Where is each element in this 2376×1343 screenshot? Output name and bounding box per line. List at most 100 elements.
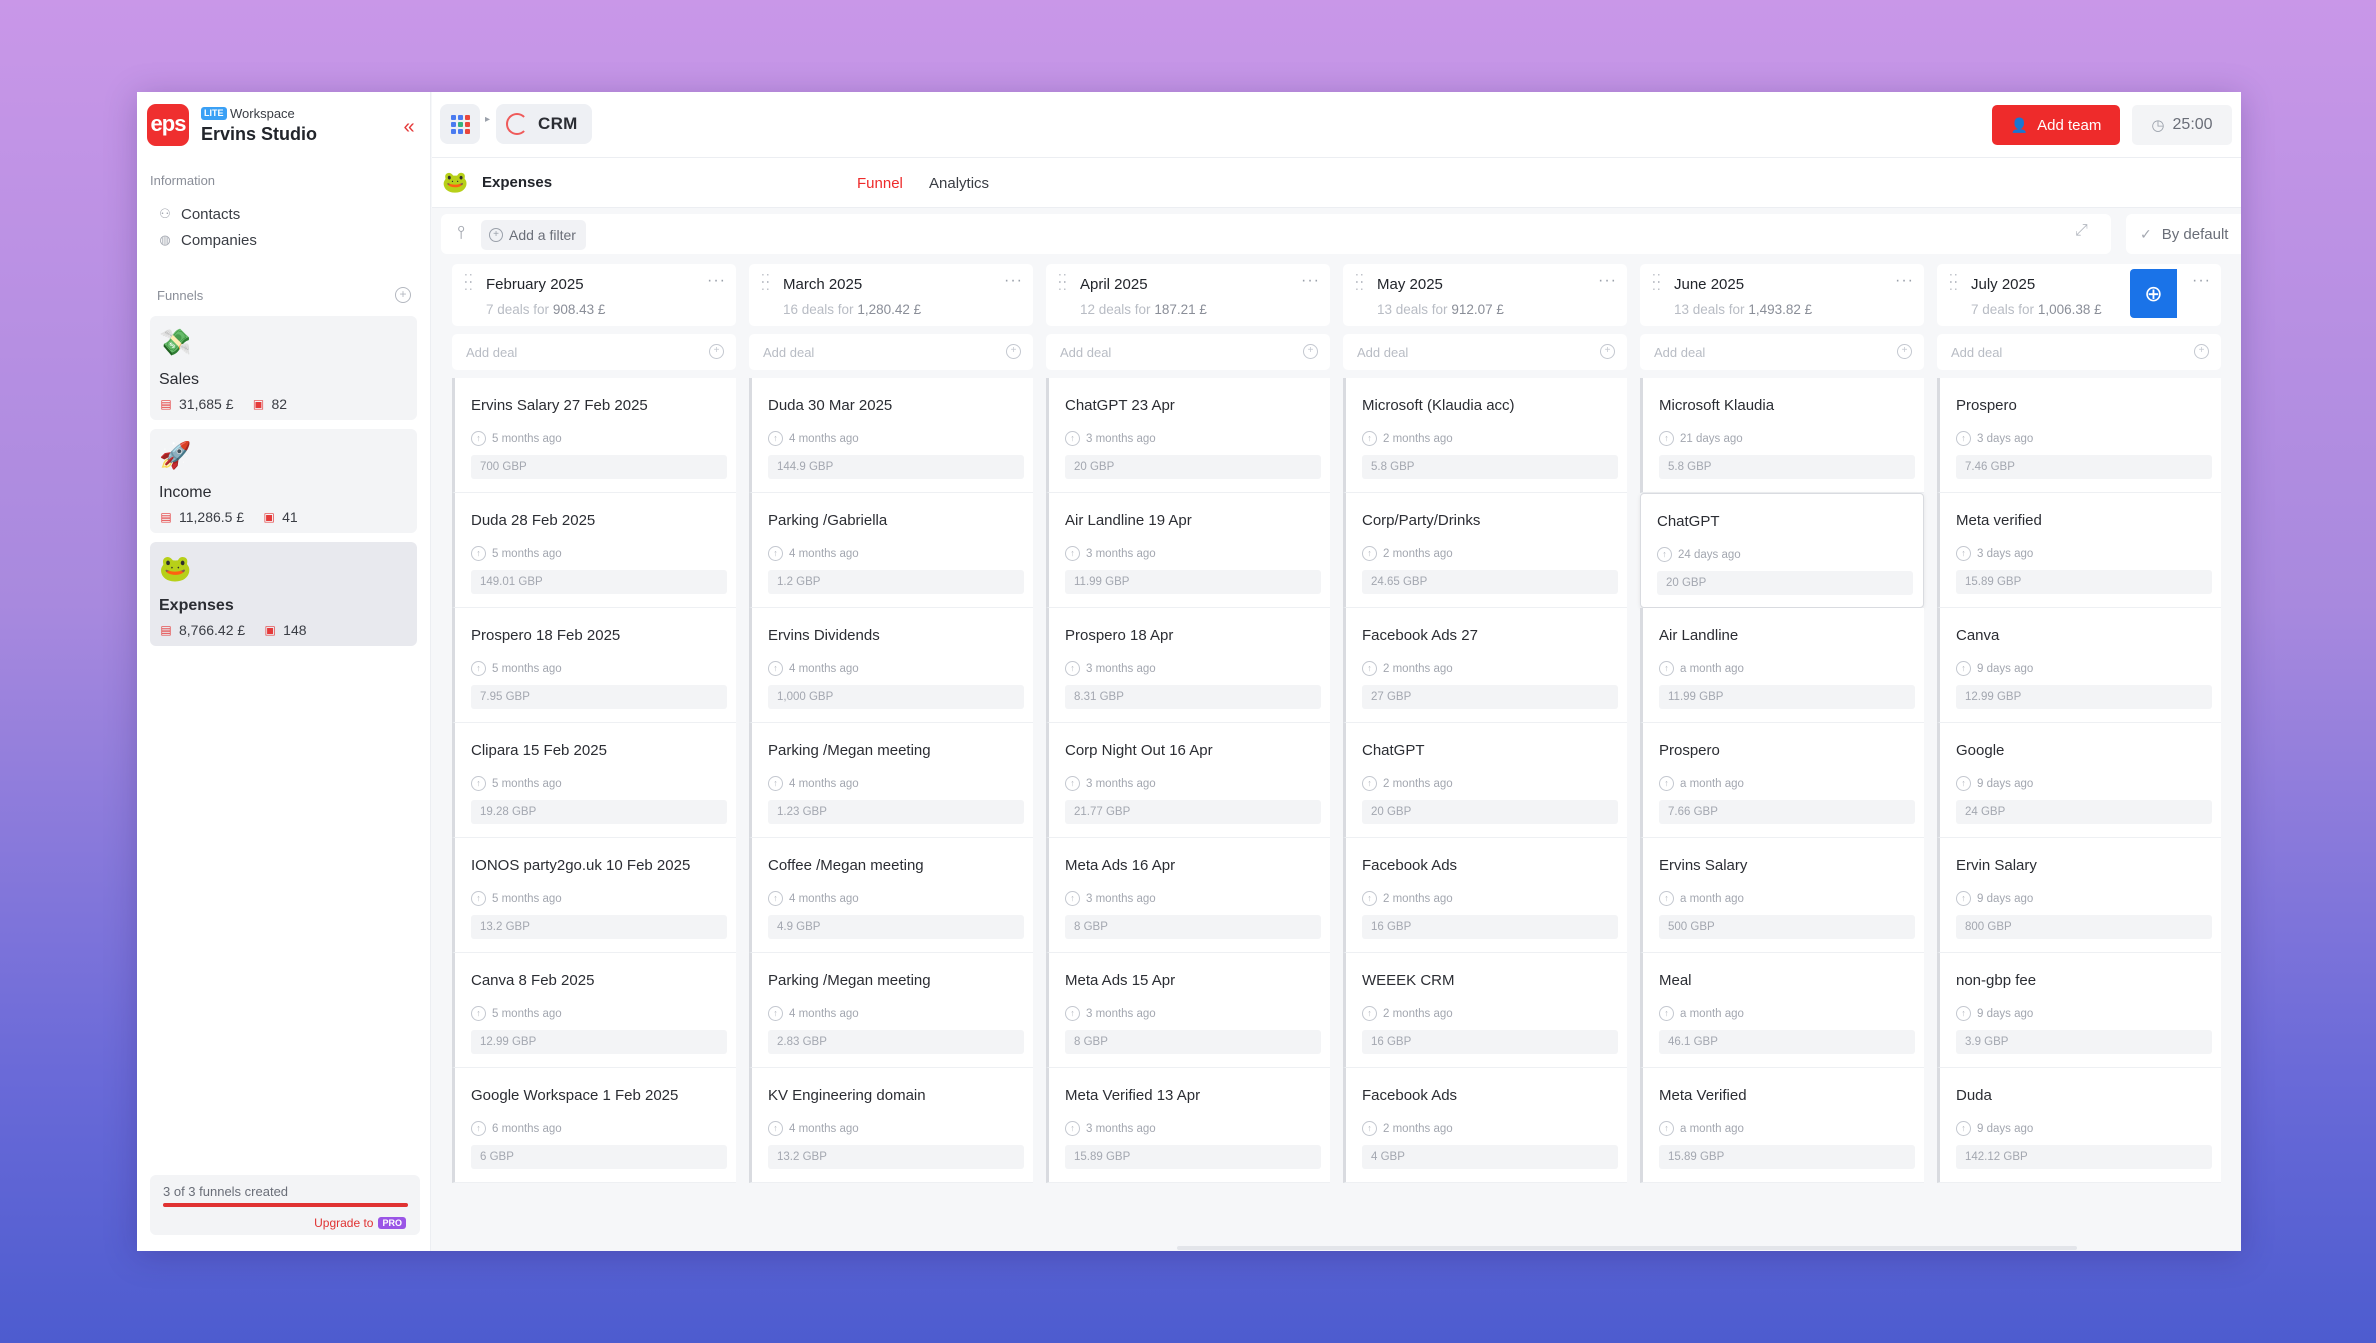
deal-card[interactable]: Prospero ↑ a month ago 7.66 GBP <box>1640 723 1924 838</box>
plus-circle-icon[interactable]: + <box>1897 344 1912 359</box>
more-options-icon[interactable]: ··· <box>707 272 726 290</box>
add-funnel-icon[interactable]: + <box>395 287 411 303</box>
deal-card[interactable]: Prospero ↑ 3 days ago 7.46 GBP <box>1937 378 2221 493</box>
plus-circle-icon[interactable]: + <box>1006 344 1021 359</box>
deal-card[interactable]: ChatGPT 23 Apr ↑ 3 months ago 20 GBP <box>1046 378 1330 493</box>
sort-value: By default <box>2161 225 2229 243</box>
deal-card[interactable]: Prospero 18 Apr ↑ 3 months ago 8.31 GBP <box>1046 608 1330 723</box>
deal-card[interactable]: Corp/Party/Drinks ↑ 2 months ago 24.65 GBP <box>1343 493 1627 608</box>
deal-card[interactable]: Duda 28 Feb 2025 ↑ 5 months ago 149.01 GBP <box>452 493 736 608</box>
deal-card[interactable]: Facebook Ads ↑ 2 months ago 4 GBP <box>1343 1068 1627 1183</box>
drag-handle-icon[interactable]: ⁚⁚ ⁚⁚ <box>1058 273 1067 292</box>
tab-analytics[interactable]: Analytics <box>929 175 989 192</box>
deal-card[interactable]: Meal ↑ a month ago 46.1 GBP <box>1640 953 1924 1068</box>
deal-card[interactable]: Clipara 15 Feb 2025 ↑ 5 months ago 19.28 GB… <box>452 723 736 838</box>
deal-card[interactable]: ChatGPT ↑ 24 days ago 20 GBP <box>1640 493 1924 608</box>
deal-card[interactable]: Meta Verified ↑ a month ago 15.89 GBP <box>1640 1068 1924 1183</box>
deal-card[interactable]: Canva 8 Feb 2025 ↑ 5 months ago 12.99 GBP <box>452 953 736 1068</box>
deal-card[interactable]: Ervins Salary 27 Feb 2025 ↑ 5 months ago 70… <box>452 378 736 493</box>
deal-card[interactable]: Duda 30 Mar 2025 ↑ 4 months ago 144.9 GBP <box>749 378 1033 493</box>
deal-card[interactable]: KV Engineering domain ↑ 4 months ago 13.2 G… <box>749 1068 1033 1183</box>
add-team-button[interactable]: 👤 Add team <box>1992 105 2120 145</box>
deal-card[interactable]: Ervins Dividends ↑ 4 months ago 1,000 GBP <box>749 608 1033 723</box>
drag-handle-icon[interactable]: ⁚⁚ ⁚⁚ <box>761 273 770 292</box>
funnel-card-expenses[interactable]: 🐸 Expenses ▤ 8,766.42 £ ▣ 148 <box>150 542 417 646</box>
deal-card[interactable]: Facebook Ads 27 ↑ 2 months ago 27 GBP <box>1343 608 1627 723</box>
add-filter-button[interactable]: + Add a filter <box>481 220 586 250</box>
deal-time: ↑ 5 months ago <box>471 546 562 561</box>
deal-card[interactable]: ChatGPT ↑ 2 months ago 20 GBP <box>1343 723 1627 838</box>
deal-card[interactable]: Canva ↑ 9 days ago 12.99 GBP <box>1937 608 2221 723</box>
deal-card[interactable]: IONOS party2go.uk 10 Feb 2025 ↑ 5 months a… <box>452 838 736 953</box>
drag-handle-icon[interactable]: ⁚⁚ ⁚⁚ <box>1355 273 1364 292</box>
more-options-icon[interactable]: ··· <box>1598 272 1617 290</box>
deal-card[interactable]: Parking /Megan meeting ↑ 4 months ago 2.83 … <box>749 953 1033 1068</box>
add-deal-input[interactable]: Add deal + <box>749 334 1033 370</box>
add-deal-input[interactable]: Add deal + <box>452 334 736 370</box>
column-header[interactable]: ⁚⁚ ⁚⁚ February 2025 ··· 7 deals for 908.43 £ <box>452 264 736 326</box>
deal-card[interactable]: Microsoft (Klaudia acc) ↑ 2 months ago 5.8 … <box>1343 378 1627 493</box>
plus-circle-icon[interactable]: + <box>1600 344 1615 359</box>
deal-card[interactable]: Meta Ads 15 Apr ↑ 3 months ago 8 GBP <box>1046 953 1330 1068</box>
add-deal-input[interactable]: Add deal + <box>1640 334 1924 370</box>
deal-card[interactable]: WEEEK CRM ↑ 2 months ago 16 GBP <box>1343 953 1627 1068</box>
deal-card[interactable]: Prospero 18 Feb 2025 ↑ 5 months ago 7.95 GB… <box>452 608 736 723</box>
add-deal-input[interactable]: Add deal + <box>1343 334 1627 370</box>
funnel-title[interactable]: Expenses <box>482 174 552 191</box>
plus-circle-icon[interactable]: + <box>709 344 724 359</box>
sidebar-item-contacts[interactable]: ⚇ Contacts <box>157 202 240 226</box>
drag-handle-icon[interactable]: ⁚⁚ ⁚⁚ <box>464 273 473 292</box>
collapse-sidebar-icon[interactable]: « <box>399 117 419 138</box>
drag-handle-icon[interactable]: ⁚⁚ ⁚⁚ <box>1652 273 1661 292</box>
expand-icon[interactable]: ⤢ <box>2075 222 2088 240</box>
deal-card[interactable]: non-gbp fee ↑ 9 days ago 3.9 GBP <box>1937 953 2221 1068</box>
deal-card[interactable]: Meta verified ↑ 3 days ago 15.89 GBP <box>1937 493 2221 608</box>
deal-card[interactable]: Meta Verified 13 Apr ↑ 3 months ago 15.89 G… <box>1046 1068 1330 1183</box>
deal-card[interactable]: Ervins Salary ↑ a month ago 500 GBP <box>1640 838 1924 953</box>
funnel-card-income[interactable]: 🚀 Income ▤ 11,286.5 £ ▣ 41 <box>150 429 417 533</box>
deal-card[interactable]: Air Landline ↑ a month ago 11.99 GBP <box>1640 608 1924 723</box>
deal-card[interactable]: Facebook Ads ↑ 2 months ago 16 GBP <box>1343 838 1627 953</box>
apps-menu-button[interactable] <box>440 104 480 144</box>
breadcrumb-crm[interactable]: CRM <box>496 104 592 144</box>
more-options-icon[interactable]: ··· <box>1895 272 1914 290</box>
deal-card[interactable]: Google Workspace 1 Feb 2025 ↑ 6 months ago… <box>452 1068 736 1183</box>
deal-card[interactable]: Microsoft Klaudia ↑ 21 days ago 5.8 GBP <box>1640 378 1924 493</box>
more-options-icon[interactable]: ··· <box>2192 272 2211 290</box>
deal-card[interactable]: Ervin Salary ↑ 9 days ago 800 GBP <box>1937 838 2221 953</box>
funnel-card-sales[interactable]: 💸 Sales ▤ 31,685 £ ▣ 82 <box>150 316 417 420</box>
deal-time: ↑ a month ago <box>1659 776 1744 791</box>
upgrade-link[interactable]: Upgrade to PRO <box>314 1216 406 1230</box>
timer-button[interactable]: ◷ 25:00 <box>2132 105 2232 145</box>
deal-card[interactable]: Duda ↑ 9 days ago 142.12 GBP <box>1937 1068 2221 1183</box>
tab-funnel[interactable]: Funnel <box>857 175 903 192</box>
quota-progress-bar <box>163 1203 408 1207</box>
sidebar-item-companies[interactable]: ◍ Companies <box>157 228 257 252</box>
add-deal-input[interactable]: Add deal + <box>1937 334 2221 370</box>
horizontal-scrollbar[interactable] <box>1177 1246 2077 1250</box>
filter-settings-icon[interactable]: ⫯ <box>451 221 471 243</box>
deal-card[interactable]: Parking /Gabriella ↑ 4 months ago 1.2 GBP <box>749 493 1033 608</box>
deal-card[interactable]: Google ↑ 9 days ago 24 GBP <box>1937 723 2221 838</box>
column-header[interactable]: ⁚⁚ ⁚⁚ June 2025 ··· 13 deals for 1,493.82 £ <box>1640 264 1924 326</box>
workspace-header[interactable]: eps LITE Workspace Ervins Studio « <box>147 104 417 148</box>
column-header[interactable]: ⁚⁚ ⁚⁚ March 2025 ··· 16 deals for 1,280.42 £ <box>749 264 1033 326</box>
deal-title: Prospero 18 Feb 2025 <box>471 627 621 644</box>
deal-card[interactable]: Coffee /Megan meeting ↑ 4 months ago 4.9 GB… <box>749 838 1033 953</box>
column-header[interactable]: ⁚⁚ ⁚⁚ May 2025 ··· 13 deals for 912.07 £ <box>1343 264 1627 326</box>
deal-card[interactable]: Parking /Megan meeting ↑ 4 months ago 1.23 … <box>749 723 1033 838</box>
sort-select[interactable]: ✓ By default <box>2126 214 2241 254</box>
column-header[interactable]: ⁚⁚ ⁚⁚ July 2025 ··· 7 deals for 1,006.38 £ <box>1937 264 2221 326</box>
plus-circle-icon[interactable]: + <box>1303 344 1318 359</box>
drag-handle-icon[interactable]: ⁚⁚ ⁚⁚ <box>1949 273 1958 292</box>
plus-circle-icon[interactable]: + <box>2194 344 2209 359</box>
zoom-search-button[interactable]: ⊕ <box>2130 269 2177 318</box>
column-header[interactable]: ⁚⁚ ⁚⁚ April 2025 ··· 12 deals for 187.21 £ <box>1046 264 1330 326</box>
add-deal-input[interactable]: Add deal + <box>1046 334 1330 370</box>
more-options-icon[interactable]: ··· <box>1004 272 1023 290</box>
deal-card[interactable]: Meta Ads 16 Apr ↑ 3 months ago 8 GBP <box>1046 838 1330 953</box>
deal-card[interactable]: Air Landline 19 Apr ↑ 3 months ago 11.99 GB… <box>1046 493 1330 608</box>
deal-card[interactable]: Corp Night Out 16 Apr ↑ 3 months ago 21.77 … <box>1046 723 1330 838</box>
more-options-icon[interactable]: ··· <box>1301 272 1320 290</box>
deal-amount: 24.65 GBP <box>1362 570 1618 594</box>
